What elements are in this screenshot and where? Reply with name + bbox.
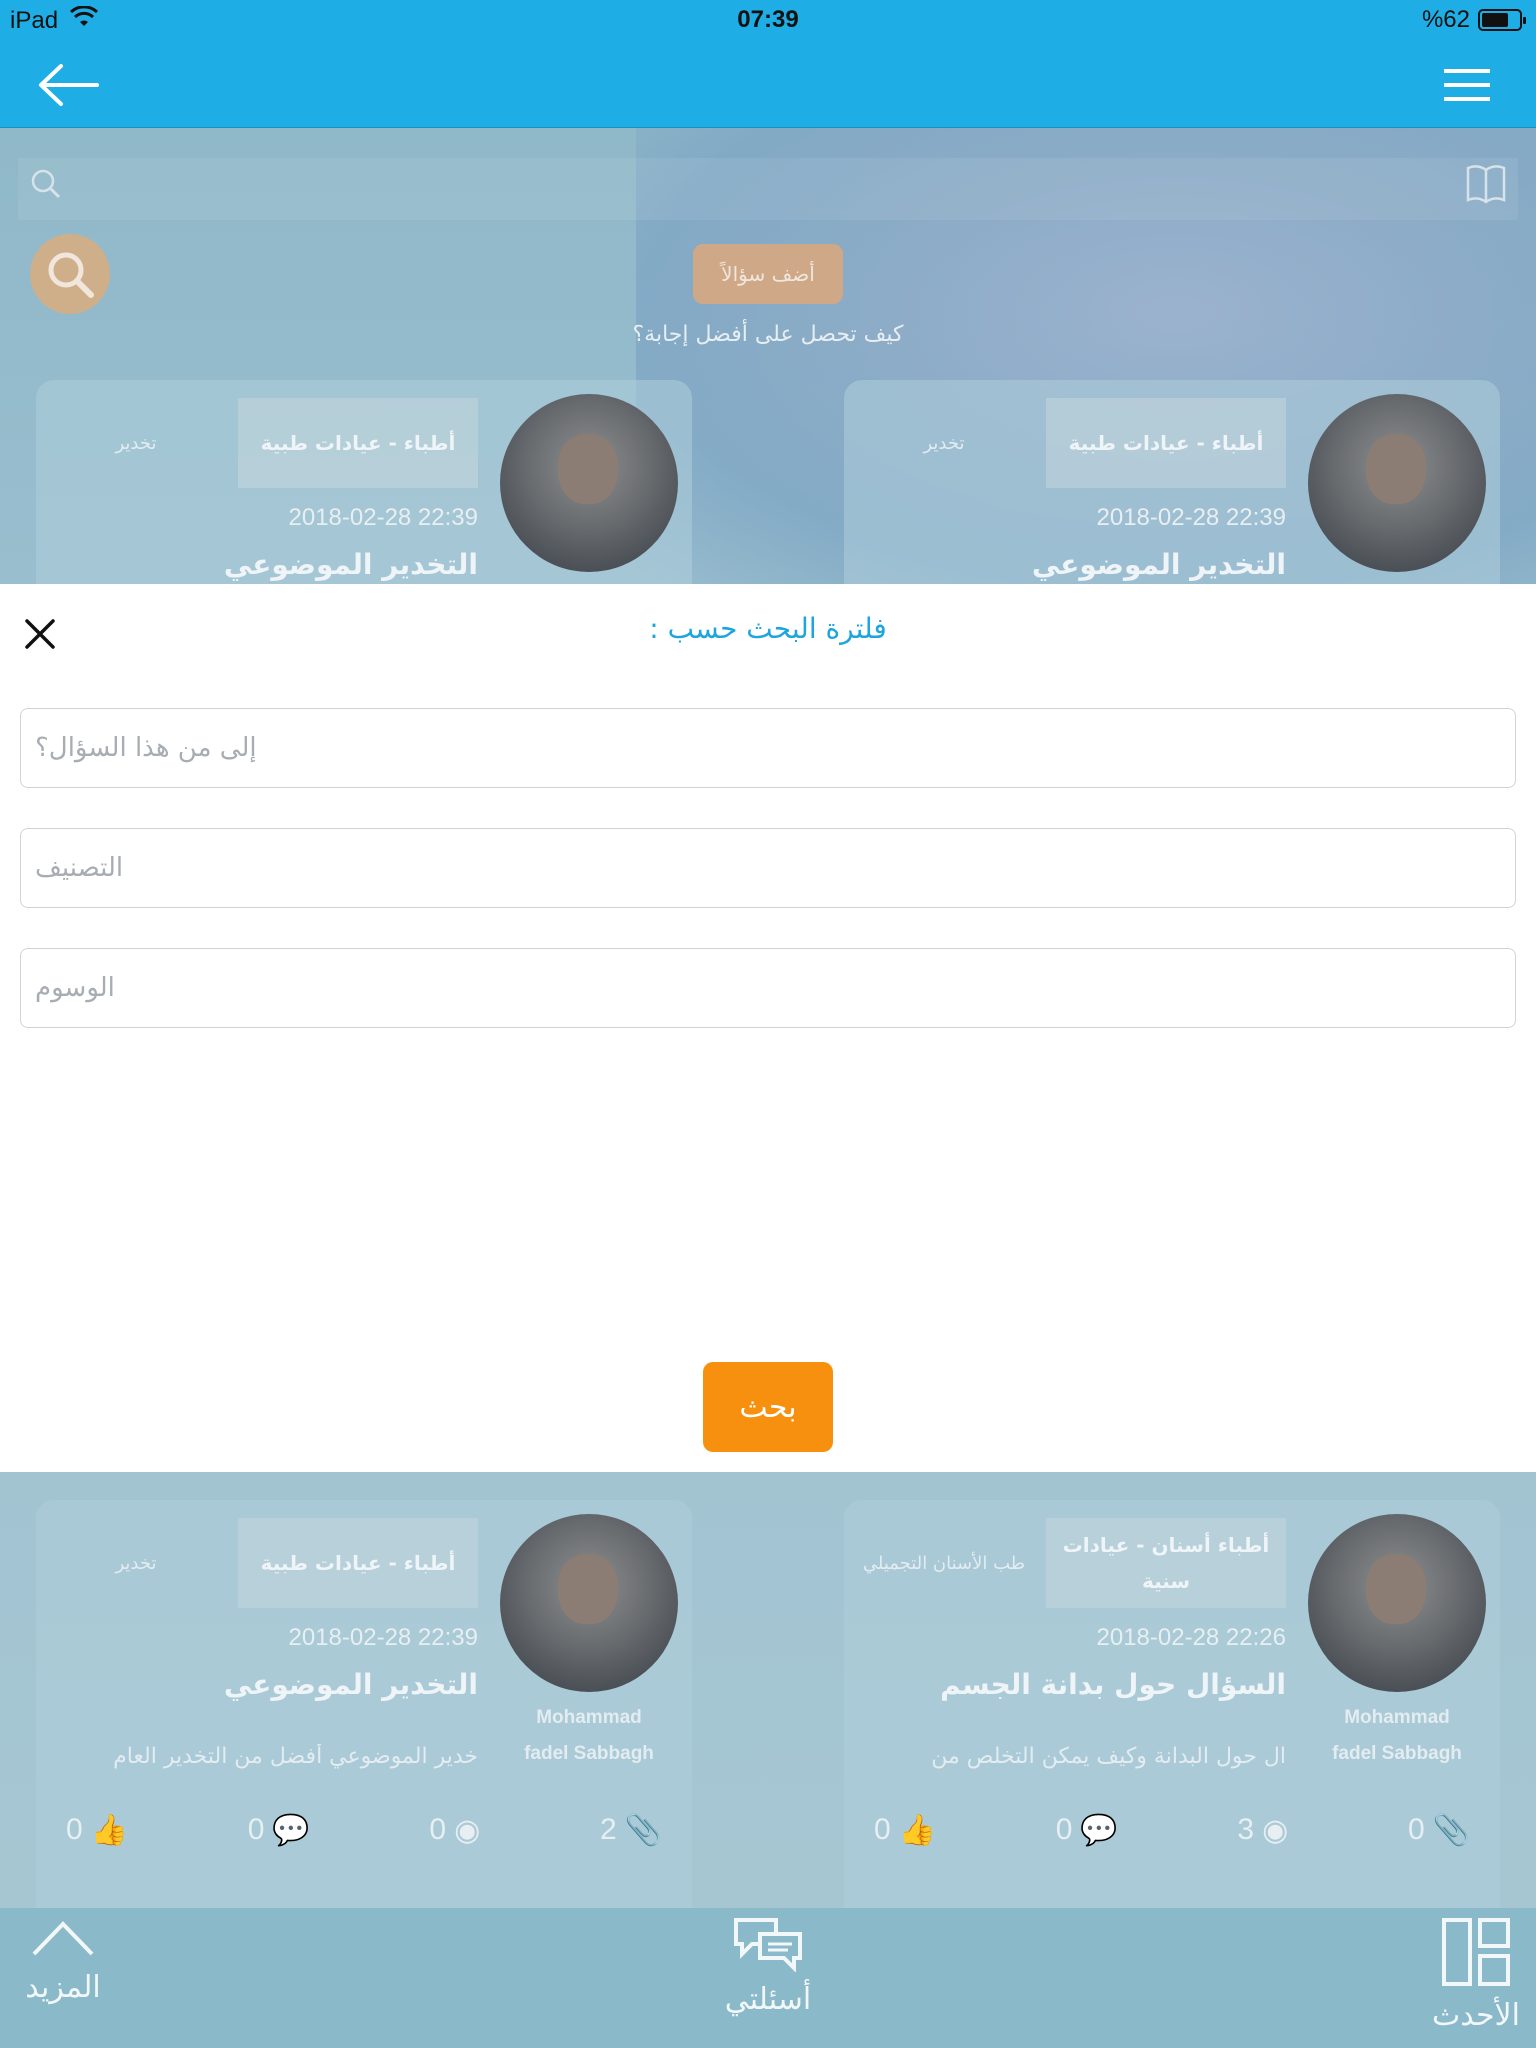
- views-stat: 0 ◉: [429, 1813, 480, 1848]
- card-title: التخدير الموضوعي: [1031, 548, 1286, 581]
- subcategory-tag: تخدير: [115, 1552, 157, 1574]
- card-title: التخدير الموضوعي: [223, 548, 478, 581]
- paperclip-icon: 📎: [624, 1813, 662, 1847]
- attachments-count: 0: [1407, 1813, 1425, 1846]
- paperclip-icon: 📎: [1432, 1813, 1470, 1847]
- card-stats: 0 👍 0 💬 0 ◉ 2 📎: [66, 1800, 662, 1860]
- how-to-link: كيف تحصل على أفضل إجابة؟: [632, 322, 904, 347]
- eye-icon: ◉: [454, 1813, 481, 1847]
- tab-latest-label: الأحدث: [1432, 1998, 1520, 2033]
- card-title: السؤال حول بدانة الجسم: [940, 1668, 1286, 1701]
- comments-stat: 0 💬: [1056, 1813, 1118, 1848]
- tab-my-questions[interactable]: أسئلتي: [716, 1916, 820, 2017]
- category-input[interactable]: [21, 829, 1515, 907]
- avatar: [1308, 1514, 1486, 1692]
- likes-count: 0: [874, 1813, 891, 1846]
- attachments-count: 2: [599, 1813, 617, 1846]
- grid-layout-icon: [1442, 1918, 1510, 1986]
- tab-more-label: المزيد: [25, 1970, 101, 2005]
- author-name: Mohammad fadel Sabbagh: [1308, 1700, 1486, 1772]
- comments-icon: 💬: [272, 1813, 310, 1847]
- likes-stat: 0 👍: [874, 1813, 936, 1848]
- tab-more[interactable]: المزيد: [18, 1916, 108, 2005]
- views-count: 3: [1237, 1813, 1255, 1846]
- magnifier-icon: [48, 252, 94, 298]
- add-question-button: أضف سؤالاً: [693, 244, 843, 304]
- category-field[interactable]: [20, 828, 1516, 908]
- status-right: %62: [1421, 6, 1526, 34]
- search-button[interactable]: بحث: [703, 1362, 833, 1452]
- avatar: [1308, 394, 1486, 572]
- subcategory-tag: تخدير: [923, 432, 965, 454]
- status-bar: iPad 07:39 %62: [0, 0, 1536, 42]
- menu-button[interactable]: [1432, 56, 1502, 114]
- category-tag: أطباء - عيادات طبية: [238, 1518, 478, 1608]
- author-last: fadel Sabbagh: [524, 1743, 654, 1764]
- recipient-input[interactable]: [21, 709, 1515, 787]
- author-first: Mohammad: [536, 1707, 642, 1728]
- arrow-left-icon: [39, 64, 99, 106]
- recipient-field[interactable]: [20, 708, 1516, 788]
- tags-input[interactable]: [21, 949, 1515, 1027]
- status-time: 07:39: [737, 6, 799, 33]
- card-excerpt: ال حول البدانة وكيف يمكن التخلص من: [931, 1744, 1286, 1769]
- back-button[interactable]: [34, 56, 104, 114]
- tab-latest[interactable]: الأحدث: [1426, 1916, 1526, 2033]
- category-tag: أطباء - عيادات طبية: [1046, 398, 1286, 488]
- background-search-bar: [18, 158, 1518, 220]
- comments-count: 0: [1055, 1813, 1073, 1846]
- comments-count: 0: [247, 1813, 265, 1846]
- bottom-tab-bar: المزيد أسئلتي الأحدث: [0, 1908, 1536, 2048]
- thumbs-up-icon: 👍: [898, 1813, 937, 1847]
- post-date: 2018-02-28 22:39: [288, 1624, 479, 1651]
- category-tag: أطباء - عيادات طبية: [238, 398, 478, 488]
- round-search-button: [30, 234, 110, 314]
- post-date: 2018-02-28 22:39: [288, 504, 479, 531]
- hamburger-menu-icon: [1444, 69, 1490, 101]
- chevron-up-icon: [32, 1921, 94, 1956]
- eye-icon: ◉: [1262, 1813, 1289, 1847]
- comments-icon: 💬: [1080, 1813, 1118, 1847]
- post-date: 2018-02-28 22:39: [1096, 504, 1287, 531]
- comments-stat: 0 💬: [248, 1813, 310, 1848]
- attachments-stat: 0 📎: [1408, 1813, 1470, 1848]
- card-stats: 0 👍 0 💬 3 ◉ 0 📎: [874, 1800, 1470, 1860]
- thumbs-up-icon: 👍: [90, 1813, 129, 1847]
- book-icon: [1464, 162, 1508, 210]
- likes-count: 0: [66, 1813, 83, 1846]
- tab-my-questions-label: أسئلتي: [724, 1982, 812, 2017]
- likes-stat: 0 👍: [66, 1813, 128, 1848]
- views-stat: 3 ◉: [1237, 1813, 1288, 1848]
- tags-field[interactable]: [20, 948, 1516, 1028]
- question-card: أطباء - عيادات طبية تخدير 2018-02-28 22:…: [36, 1500, 692, 1908]
- views-count: 0: [429, 1813, 447, 1846]
- avatar: [500, 394, 678, 572]
- author-last: fadel Sabbagh: [1332, 1743, 1462, 1764]
- card-title: التخدير الموضوعي: [223, 1668, 478, 1701]
- attachments-stat: 2 📎: [600, 1813, 662, 1848]
- category-tag: أطباء أسنان - عيادات سنية: [1046, 1518, 1286, 1608]
- subcategory-tag: تخدير: [115, 432, 157, 454]
- question-card: أطباء أسنان - عيادات سنية طب الأسنان الت…: [844, 1500, 1500, 1908]
- battery-icon: [1478, 9, 1526, 31]
- search-icon: [30, 168, 62, 204]
- battery-percent: %62: [1421, 6, 1470, 33]
- card-excerpt: خدير الموضوعي أفضل من التخدير العام: [113, 1744, 478, 1769]
- filter-modal: فلترة البحث حسب : بحث: [0, 584, 1536, 1472]
- modal-title: فلترة البحث حسب :: [649, 612, 887, 645]
- subcategory-tag: طب الأسنان التجميلي: [862, 1552, 1026, 1574]
- author-name: Mohammad fadel Sabbagh: [500, 1700, 678, 1772]
- chat-bubbles-icon: [734, 1918, 802, 1972]
- author-first: Mohammad: [1344, 1707, 1450, 1728]
- avatar: [500, 1514, 678, 1692]
- top-nav-bar: [0, 42, 1536, 128]
- post-date: 2018-02-28 22:26: [1096, 1624, 1287, 1651]
